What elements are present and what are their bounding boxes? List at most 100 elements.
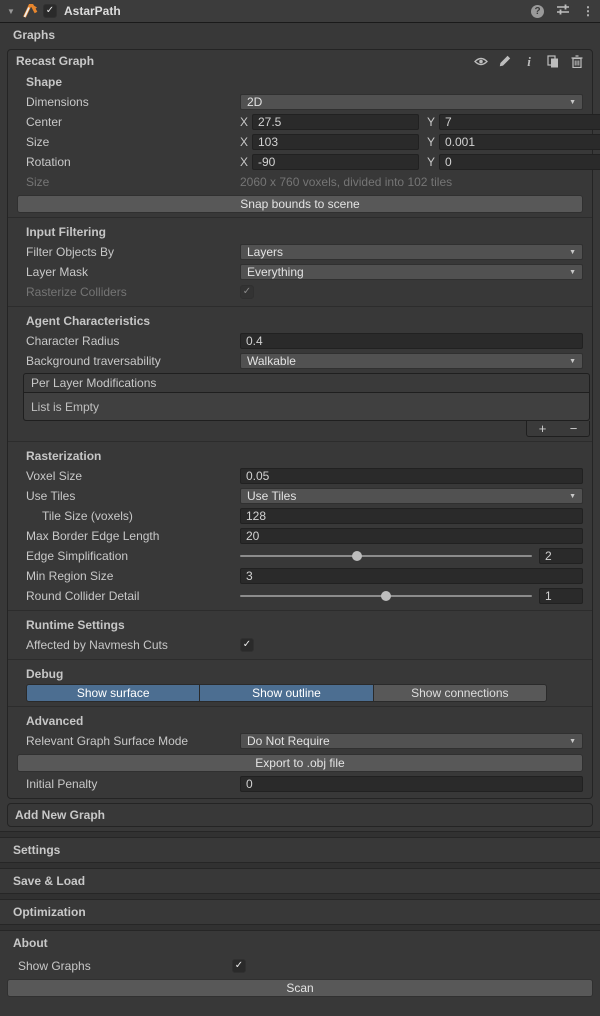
foldout-arrow-icon[interactable]: ▼ <box>6 7 16 16</box>
delete-trash-icon[interactable] <box>570 55 584 68</box>
export-obj-button[interactable]: Export to .obj file <box>17 754 583 772</box>
runtime-settings-header: Runtime Settings <box>8 615 592 635</box>
voxel-size-label: Voxel Size <box>26 469 240 483</box>
help-icon[interactable]: ? <box>531 5 544 18</box>
max-border-edge-length-label: Max Border Edge Length <box>26 529 240 543</box>
settings-section-header[interactable]: Settings <box>0 838 600 862</box>
round-collider-detail-slider[interactable] <box>240 588 532 604</box>
rasterize-colliders-label: Rasterize Colliders <box>26 285 240 299</box>
background-traversability-dropdown[interactable]: Walkable ▼ <box>240 353 583 369</box>
add-item-button[interactable]: + <box>535 422 551 435</box>
add-new-graph-label: Add New Graph <box>15 808 105 822</box>
character-radius-field[interactable] <box>240 333 583 349</box>
save-load-label: Save & Load <box>13 874 85 888</box>
slider-track <box>240 555 532 557</box>
per-layer-modifications-header[interactable]: Per Layer Modifications <box>24 374 589 393</box>
background-traversability-value: Walkable <box>247 354 296 368</box>
center-label: Center <box>26 115 240 129</box>
graphs-section-header[interactable]: Graphs <box>0 23 600 47</box>
info-icon[interactable]: i <box>522 55 536 68</box>
filter-objects-by-dropdown[interactable]: Layers ▼ <box>240 244 583 260</box>
edge-simplification-value-field[interactable] <box>539 548 583 564</box>
duplicate-icon[interactable] <box>546 55 560 68</box>
round-collider-detail-value-field[interactable] <box>539 588 583 604</box>
use-tiles-label: Use Tiles <box>26 489 240 503</box>
recast-graph-panel: Recast Graph i <box>7 49 593 799</box>
size-x-field[interactable] <box>252 134 419 150</box>
debug-segmented-control: Show surface Show outline Show connectio… <box>26 684 547 702</box>
per-layer-modifications-title: Per Layer Modifications <box>31 376 156 390</box>
layer-mask-row: Layer Mask Everything ▼ <box>8 262 592 282</box>
voxel-size-field[interactable] <box>240 468 583 484</box>
y-axis-label: Y <box>427 115 439 129</box>
chevron-down-icon: ▼ <box>569 358 576 365</box>
affected-by-navmesh-cuts-label: Affected by Navmesh Cuts <box>26 638 240 652</box>
center-y-field[interactable] <box>439 114 600 130</box>
min-region-size-field[interactable] <box>240 568 583 584</box>
filter-objects-by-value: Layers <box>247 245 283 259</box>
advanced-section: Advanced Relevant Graph Surface Mode Do … <box>8 706 592 794</box>
component-enabled-checkbox[interactable]: ✓ <box>43 4 57 18</box>
kebab-menu-icon[interactable]: ⋮ <box>582 4 594 18</box>
max-border-edge-length-field[interactable] <box>240 528 583 544</box>
size-row: Size X Y Z <box>8 132 592 152</box>
show-surface-toggle[interactable]: Show surface <box>27 685 200 701</box>
rasterization-header: Rasterization <box>8 446 592 466</box>
use-tiles-row: Use Tiles Use Tiles ▼ <box>8 486 592 506</box>
advanced-header: Advanced <box>8 711 592 731</box>
edge-simplification-slider[interactable] <box>240 548 532 564</box>
rotation-x-field[interactable] <box>252 154 419 170</box>
center-x-field[interactable] <box>252 114 419 130</box>
pencil-edit-icon[interactable] <box>498 55 512 68</box>
scan-button[interactable]: Scan <box>7 979 593 997</box>
rotation-row: Rotation X Y Z <box>8 152 592 172</box>
use-tiles-dropdown[interactable]: Use Tiles ▼ <box>240 488 583 504</box>
presets-icon[interactable] <box>556 3 570 19</box>
eye-icon[interactable] <box>474 55 488 68</box>
relevant-graph-surface-mode-label: Relevant Graph Surface Mode <box>26 734 240 748</box>
show-outline-toggle[interactable]: Show outline <box>200 685 373 701</box>
max-border-edge-length-row: Max Border Edge Length <box>8 526 592 546</box>
slider-knob[interactable] <box>352 551 362 561</box>
chevron-down-icon: ▼ <box>569 99 576 106</box>
show-connections-toggle[interactable]: Show connections <box>374 685 546 701</box>
size-y-field[interactable] <box>439 134 600 150</box>
section-divider <box>0 893 600 900</box>
optimization-label: Optimization <box>13 905 86 919</box>
character-radius-row: Character Radius <box>8 331 592 351</box>
about-section-header[interactable]: About <box>0 931 600 955</box>
dimensions-dropdown[interactable]: 2D ▼ <box>240 94 583 110</box>
layer-mask-dropdown[interactable]: Everything ▼ <box>240 264 583 280</box>
rasterize-colliders-row: Rasterize Colliders ✓ <box>8 282 592 302</box>
section-divider <box>0 862 600 869</box>
round-collider-detail-row: Round Collider Detail <box>8 586 592 606</box>
graphs-label: Graphs <box>13 28 55 42</box>
section-divider <box>0 831 600 838</box>
round-collider-detail-label: Round Collider Detail <box>26 589 240 603</box>
y-axis-label: Y <box>427 155 439 169</box>
show-graphs-checkbox[interactable]: ✓ <box>232 959 246 973</box>
remove-item-button[interactable]: − <box>566 422 582 435</box>
input-filtering-section: Input Filtering Filter Objects By Layers… <box>8 217 592 302</box>
rotation-y-field[interactable] <box>439 154 600 170</box>
list-footer: + − <box>526 421 590 437</box>
show-graphs-label: Show Graphs <box>18 959 232 973</box>
x-axis-label: X <box>240 115 252 129</box>
optimization-section-header[interactable]: Optimization <box>0 900 600 924</box>
tile-size-label: Tile Size (voxels) <box>26 509 240 523</box>
snap-bounds-button[interactable]: Snap bounds to scene <box>17 195 583 213</box>
per-layer-modifications-list: Per Layer Modifications List is Empty <box>23 373 590 421</box>
initial-penalty-field[interactable] <box>240 776 583 792</box>
save-load-section-header[interactable]: Save & Load <box>0 869 600 893</box>
tile-size-field[interactable] <box>240 508 583 524</box>
settings-label: Settings <box>13 843 60 857</box>
min-region-size-label: Min Region Size <box>26 569 240 583</box>
affected-by-navmesh-cuts-checkbox[interactable]: ✓ <box>240 638 254 652</box>
add-new-graph-button[interactable]: Add New Graph <box>7 803 593 827</box>
size-info-label: Size <box>26 175 240 189</box>
shape-section: Shape Dimensions 2D ▼ Center X Y Z Size … <box>8 72 592 213</box>
slider-knob[interactable] <box>381 591 391 601</box>
recast-graph-title-row[interactable]: Recast Graph i <box>8 50 592 72</box>
relevant-graph-surface-mode-dropdown[interactable]: Do Not Require ▼ <box>240 733 583 749</box>
relevant-graph-surface-mode-row: Relevant Graph Surface Mode Do Not Requi… <box>8 731 592 751</box>
